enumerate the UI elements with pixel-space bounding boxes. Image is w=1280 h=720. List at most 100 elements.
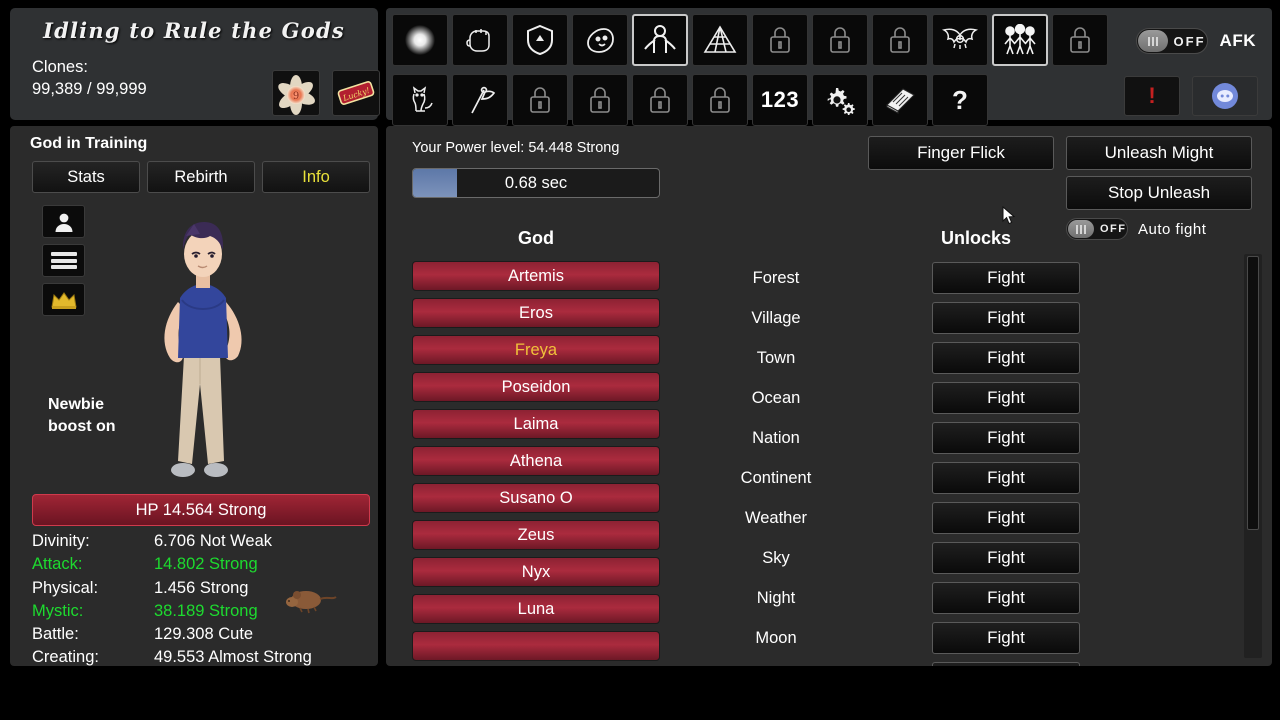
crown-icon xyxy=(50,291,77,309)
newbie-boost-line1: Newbie xyxy=(48,396,105,413)
orb-icon-button[interactable] xyxy=(392,14,448,66)
unlock-name: Sky xyxy=(762,548,790,567)
unlock-row: Weather Fight xyxy=(686,501,1266,535)
gear-icon xyxy=(827,88,855,115)
fist-icon xyxy=(466,29,490,52)
god-button[interactable]: Poseidon xyxy=(412,372,660,402)
person-icon-button[interactable] xyxy=(42,205,85,238)
tab-info[interactable]: Info xyxy=(262,161,370,193)
bat-wings-icon-button[interactable] xyxy=(932,14,988,66)
finger-flick-button[interactable]: Finger Flick xyxy=(868,136,1054,170)
fight-button[interactable]: Fight xyxy=(932,342,1080,374)
gear-icon-button[interactable] xyxy=(812,74,868,126)
crown-icon-button[interactable] xyxy=(42,283,85,316)
human-figure-icon-button[interactable] xyxy=(632,14,688,66)
unlock-row-partial xyxy=(686,661,1266,666)
fight-button[interactable]: Fight xyxy=(932,382,1080,414)
stat-row: Creating: 49.553 Almost Strong xyxy=(32,646,378,669)
fight-button[interactable]: Fight xyxy=(932,462,1080,494)
fight-button[interactable]: Fight xyxy=(932,262,1080,294)
lock-icon-button[interactable] xyxy=(632,74,688,126)
clones-value: 99,389 / 99,999 xyxy=(32,80,147,99)
unlock-row: Night Fight xyxy=(686,581,1266,615)
unlock-row: Sky Fight xyxy=(686,541,1266,575)
lock-icon xyxy=(830,27,850,53)
lock-icon xyxy=(590,87,610,113)
newbie-boost-status: Newbie boost on xyxy=(48,394,116,437)
lock-icon-button[interactable] xyxy=(1052,14,1108,66)
clones-label: Clones: xyxy=(32,58,88,76)
god-button[interactable]: Artemis xyxy=(412,261,660,291)
fight-button[interactable]: Fight xyxy=(932,622,1080,654)
toolbar-row-1 xyxy=(392,14,1108,66)
fight-button[interactable]: Fight xyxy=(932,422,1080,454)
stat-key: Creating: xyxy=(32,648,99,667)
slime-icon-button[interactable] xyxy=(572,14,628,66)
god-button-selected[interactable]: Freya xyxy=(412,335,660,365)
three-people-icon-button[interactable] xyxy=(992,14,1048,66)
character-stats-table: Divinity: 6.706 Not Weak Attack: 14.802 … xyxy=(32,530,378,670)
alert-button[interactable]: ! xyxy=(1124,76,1180,116)
unlock-row: Forest Fight xyxy=(686,261,1266,295)
god-button[interactable]: Zeus xyxy=(412,520,660,550)
main-scrollbar[interactable] xyxy=(1244,254,1262,658)
character-tabs: Stats Rebirth Info xyxy=(10,153,378,193)
unlock-name: Moon xyxy=(755,628,797,647)
god-button-partial[interactable] xyxy=(412,631,660,661)
flag-icon-button[interactable] xyxy=(452,74,508,126)
unlock-rows: Forest Fight Village Fight Town Fight Oc… xyxy=(686,261,1266,666)
lucky-ticket-item[interactable]: Lucky! xyxy=(332,70,380,116)
cat-icon-button[interactable] xyxy=(392,74,448,126)
fight-button[interactable]: Fight xyxy=(932,542,1080,574)
question-mark-icon: ? xyxy=(952,85,968,115)
menu-icon-button[interactable] xyxy=(42,244,85,277)
stop-unleash-button[interactable]: Stop Unleash xyxy=(1066,176,1252,210)
god-button[interactable]: Athena xyxy=(412,446,660,476)
lock-icon-button[interactable] xyxy=(752,14,808,66)
fist-icon-button[interactable] xyxy=(452,14,508,66)
shield-icon-button[interactable] xyxy=(512,14,568,66)
lock-icon-button[interactable] xyxy=(572,74,628,126)
lock-icon-button[interactable] xyxy=(872,14,928,66)
numbers-icon: 123 xyxy=(760,87,800,112)
lock-icon-button[interactable] xyxy=(692,74,748,126)
character-panel: God in Training Stats Rebirth Info Newbi… xyxy=(10,126,378,666)
tab-rebirth[interactable]: Rebirth xyxy=(147,161,255,193)
stat-value: 1.456 Strong xyxy=(154,578,249,597)
question-mark-icon-button[interactable]: ? xyxy=(932,74,988,126)
god-button[interactable]: Eros xyxy=(412,298,660,328)
orb-icon xyxy=(405,25,435,55)
flag-icon xyxy=(471,86,496,114)
stat-value: 129.308 Cute xyxy=(154,625,254,643)
numbers-icon-button[interactable]: 123 xyxy=(752,74,808,126)
god-button[interactable]: Luna xyxy=(412,594,660,624)
exclamation-icon: ! xyxy=(1148,83,1156,108)
unlock-row: Nation Fight xyxy=(686,421,1266,455)
god-button[interactable]: Susano O xyxy=(412,483,660,513)
fight-button-partial[interactable] xyxy=(932,662,1080,666)
unlock-name: Continent xyxy=(740,468,812,487)
power-level-text: Your Power level: 54.448 Strong xyxy=(412,140,620,156)
svg-text:?: ? xyxy=(952,85,968,115)
unleash-might-button[interactable]: Unleash Might xyxy=(1066,136,1252,170)
unlock-row: Village Fight xyxy=(686,301,1266,335)
svg-text:9: 9 xyxy=(293,91,299,102)
pyramid-icon-button[interactable] xyxy=(692,14,748,66)
god-button[interactable]: Nyx xyxy=(412,557,660,587)
fight-button[interactable]: Fight xyxy=(932,502,1080,534)
lock-icon-button[interactable] xyxy=(512,74,568,126)
tab-stats[interactable]: Stats xyxy=(32,161,140,193)
god-button[interactable]: Laima xyxy=(412,409,660,439)
header-panel: Idling to Rule the Gods Clones: 99,389 /… xyxy=(10,8,380,120)
flower-orb-item[interactable]: 9 xyxy=(272,70,320,116)
god-column: God Artemis Eros Freya Poseidon Laima At… xyxy=(412,228,660,661)
afk-toggle[interactable]: OFF xyxy=(1135,28,1208,54)
main-scrollbar-thumb[interactable] xyxy=(1247,256,1259,530)
god-column-title: God xyxy=(518,228,554,248)
book-icon-button[interactable] xyxy=(872,74,928,126)
character-side-icons xyxy=(42,205,85,316)
fight-button[interactable]: Fight xyxy=(932,582,1080,614)
lock-icon-button[interactable] xyxy=(812,14,868,66)
fight-button[interactable]: Fight xyxy=(932,302,1080,334)
discord-button[interactable] xyxy=(1192,76,1258,116)
